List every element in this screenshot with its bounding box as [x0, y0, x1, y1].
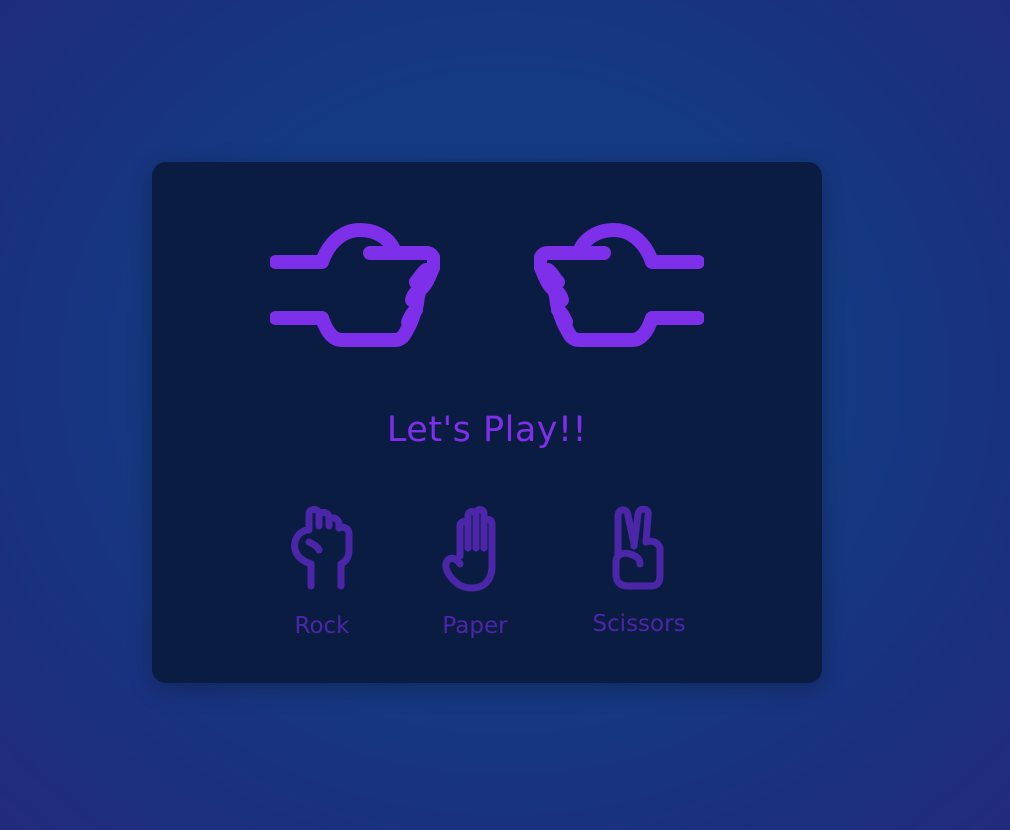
rock-label: Rock	[294, 613, 350, 639]
paper-icon	[442, 506, 496, 592]
scissors-label: Scissors	[592, 611, 686, 637]
scissors-icon	[612, 506, 664, 590]
paper-label: Paper	[442, 613, 508, 639]
scissors-button[interactable]: Scissors	[584, 502, 694, 652]
rock-icon	[291, 506, 353, 590]
paper-button[interactable]: Paper	[420, 502, 530, 652]
computer-hand-icon	[533, 222, 705, 352]
rock-button[interactable]: Rock	[267, 502, 377, 652]
game-card: Let's Play!! Rock Paper Scissors	[152, 162, 822, 683]
player-hand-icon	[269, 222, 441, 352]
game-status-text: Let's Play!!	[386, 410, 588, 450]
